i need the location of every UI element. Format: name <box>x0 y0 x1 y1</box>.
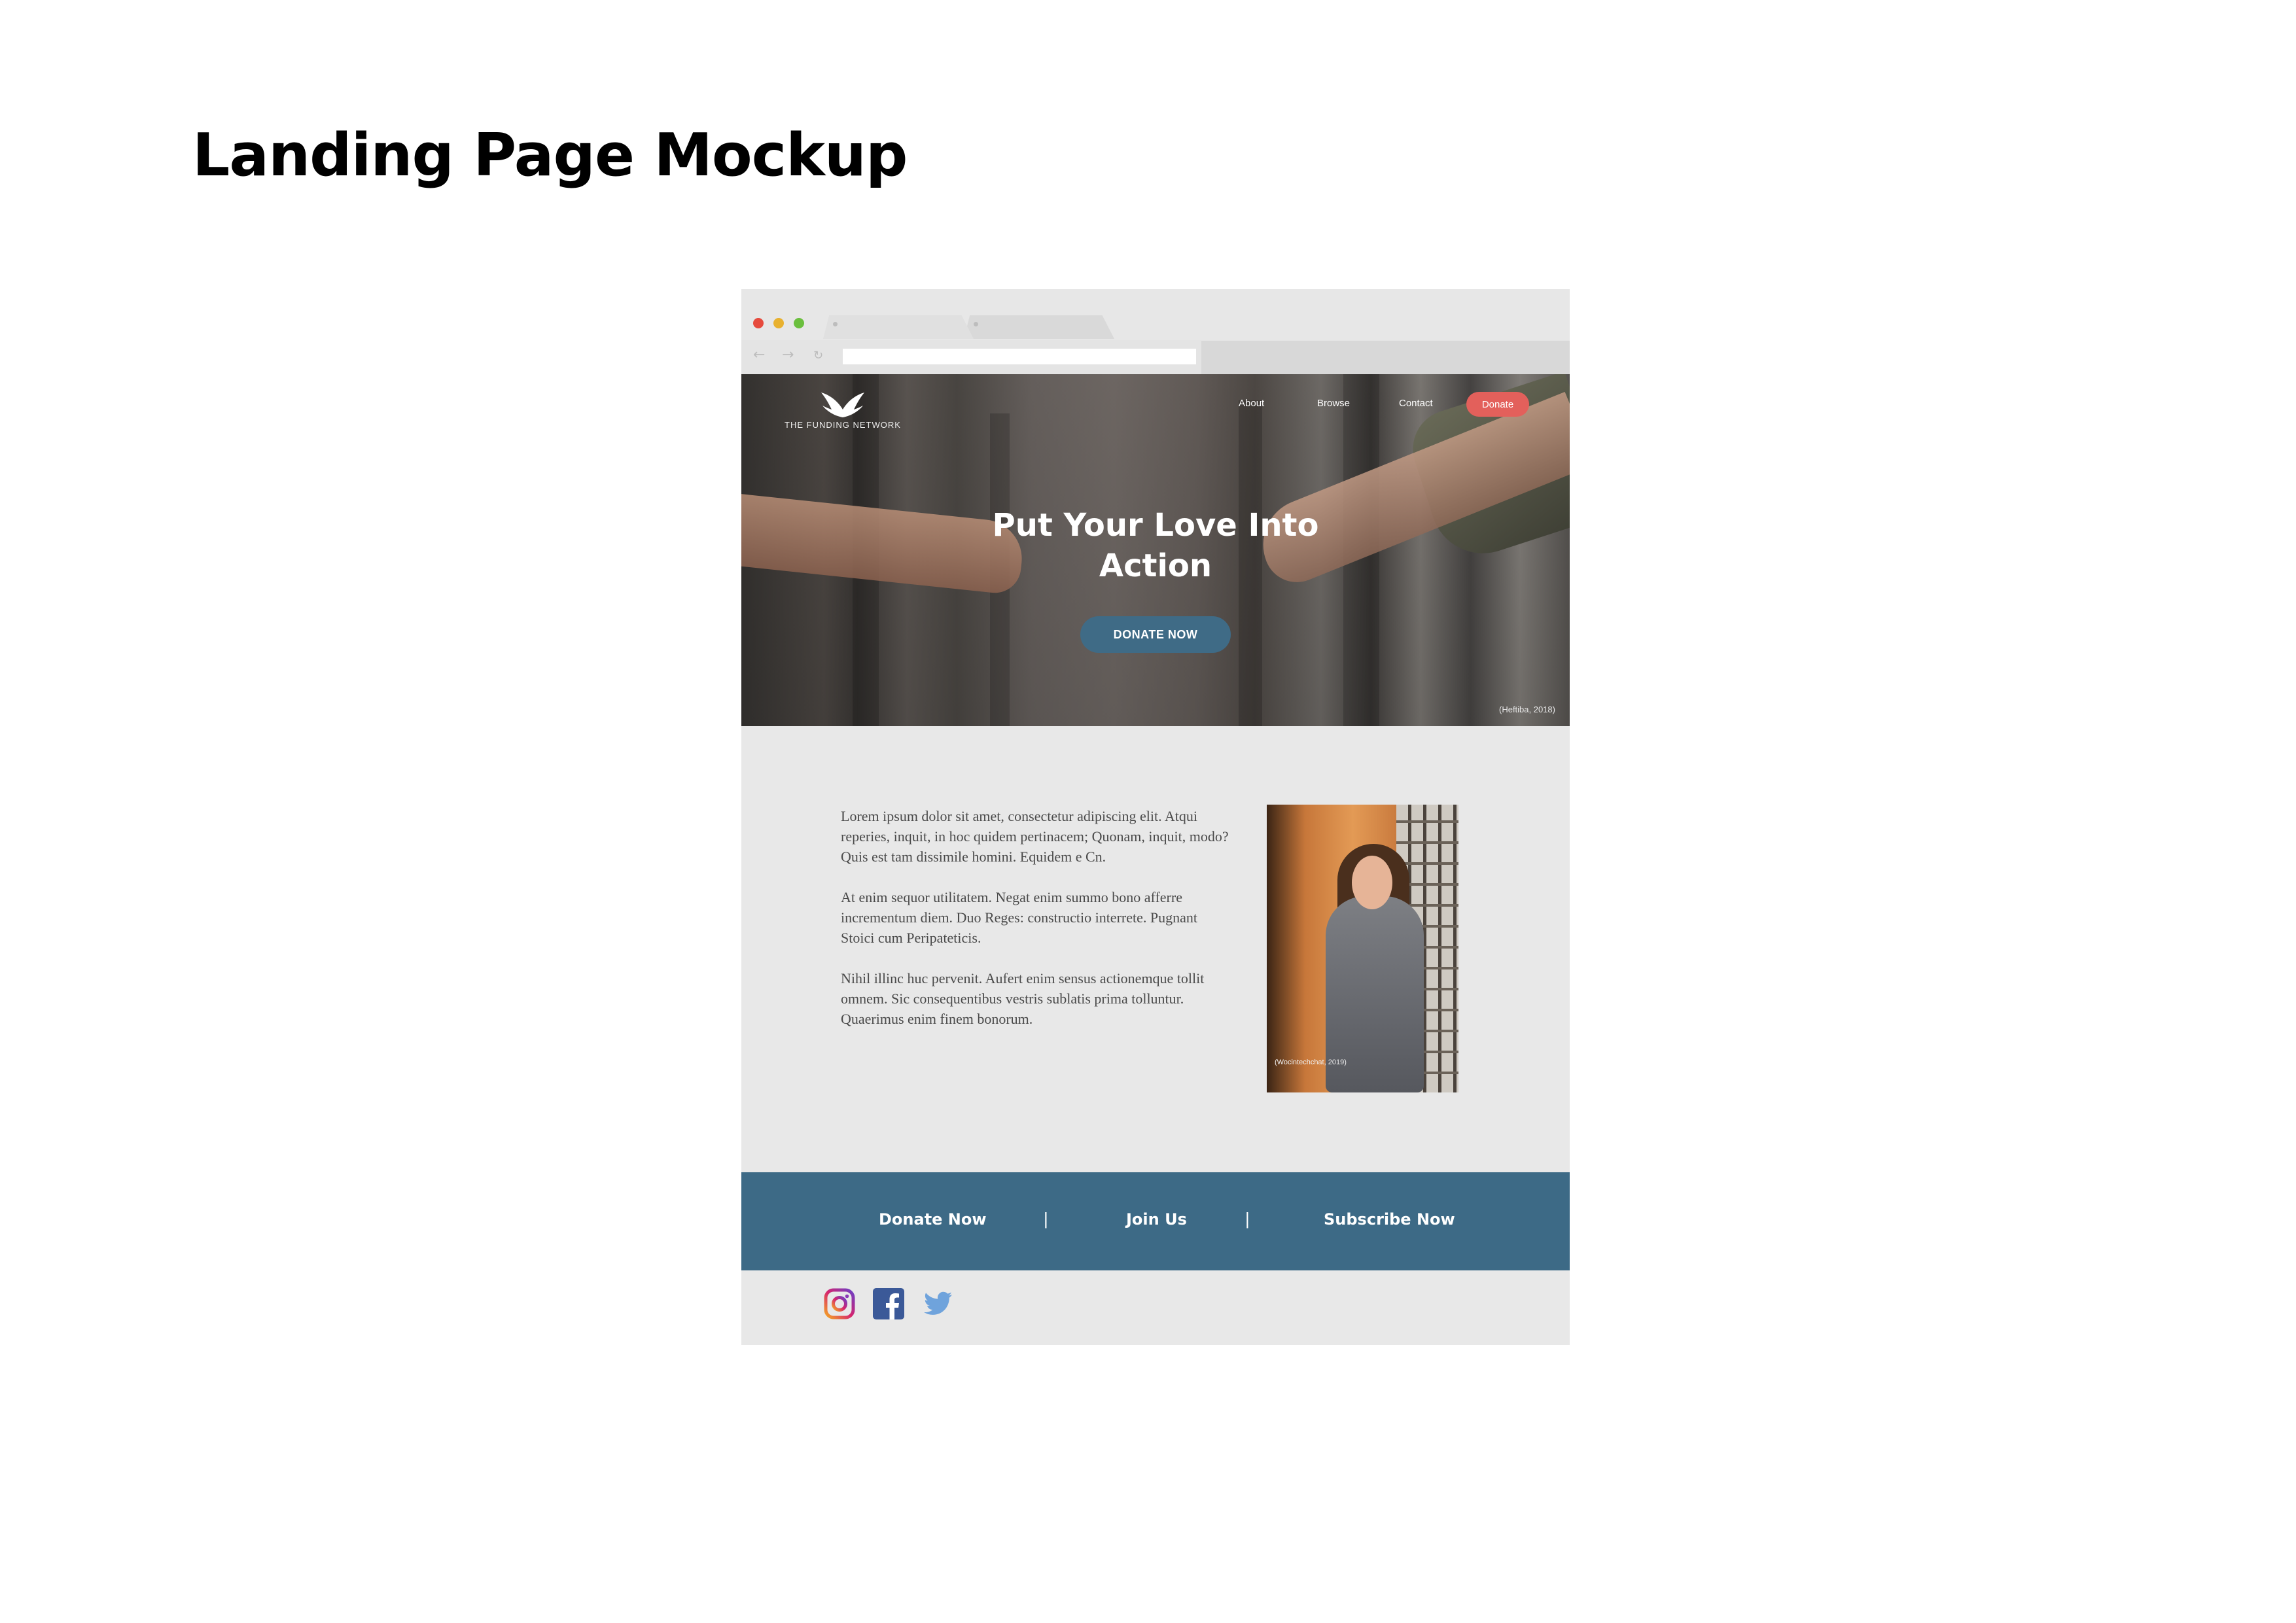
hero-photo-credit: (Heftiba, 2018) <box>1499 705 1555 714</box>
footer-cta-bar: Donate Now | Join Us | Subscribe Now <box>741 1172 1570 1270</box>
footer-separator: | <box>1044 1209 1048 1229</box>
browser-tab-1[interactable] <box>823 315 974 339</box>
social-links <box>741 1270 1570 1345</box>
tab-favicon <box>833 322 838 326</box>
back-arrow-icon[interactable]: ← <box>753 347 765 363</box>
brand-name: THE FUNDING NETWORK <box>785 420 901 430</box>
paragraph: At enim sequor utilitatem. Negat enim su… <box>841 889 1197 946</box>
browser-tab-2[interactable] <box>964 315 1114 339</box>
body-copy: Lorem ipsum dolor sit amet, consectetur … <box>841 806 1233 1049</box>
address-bar[interactable] <box>843 349 1196 364</box>
paragraph: Nihil illinc huc pervenit. Aufert enim s… <box>841 970 1205 1027</box>
browser-chrome: ← → ↻ <box>741 289 1570 374</box>
toolbar-extension-area <box>1201 341 1570 374</box>
minimize-window-dot[interactable] <box>773 318 784 328</box>
footer-subscribe-now-link[interactable]: Subscribe Now <box>1324 1210 1455 1229</box>
footer-donate-now-link[interactable]: Donate Now <box>879 1210 987 1229</box>
portrait-photo-credit: (Wocintechchat, 2019) <box>1275 1058 1347 1066</box>
maximize-window-dot[interactable] <box>794 318 804 328</box>
close-window-dot[interactable] <box>753 318 764 328</box>
hero-section: THE FUNDING NETWORK About Browse Contact… <box>741 374 1570 726</box>
tab-favicon <box>974 322 978 326</box>
paragraph: Lorem ipsum dolor sit amet, consectetur … <box>841 808 1229 865</box>
footer-join-us-link[interactable]: Join Us <box>1126 1210 1187 1229</box>
footer-separator: | <box>1245 1209 1250 1229</box>
instagram-icon[interactable] <box>823 1287 856 1320</box>
person-face <box>1352 856 1392 909</box>
browser-mockup: ← → ↻ THE FUNDING NETWORK About Browse C… <box>741 289 1570 1345</box>
page-title: Landing Page Mockup <box>192 121 908 190</box>
wings-logo-icon <box>821 393 864 417</box>
nav-about[interactable]: About <box>1239 398 1264 409</box>
site-logo[interactable]: THE FUNDING NETWORK <box>777 390 908 430</box>
facebook-icon[interactable] <box>872 1287 905 1320</box>
portrait-photo: (Wocintechchat, 2019) <box>1267 805 1458 1092</box>
forward-arrow-icon[interactable]: → <box>782 347 794 363</box>
twitter-icon[interactable] <box>921 1287 954 1320</box>
hero-headline: Put Your Love Into Action <box>992 507 1319 584</box>
nav-browse[interactable]: Browse <box>1317 398 1350 409</box>
nav-contact[interactable]: Contact <box>1399 398 1433 409</box>
nav-donate-button[interactable]: Donate <box>1466 392 1529 417</box>
about-section: Lorem ipsum dolor sit amet, consectetur … <box>741 726 1570 1172</box>
donate-now-button[interactable]: DONATE NOW <box>1080 616 1231 653</box>
reload-icon[interactable]: ↻ <box>813 349 823 362</box>
